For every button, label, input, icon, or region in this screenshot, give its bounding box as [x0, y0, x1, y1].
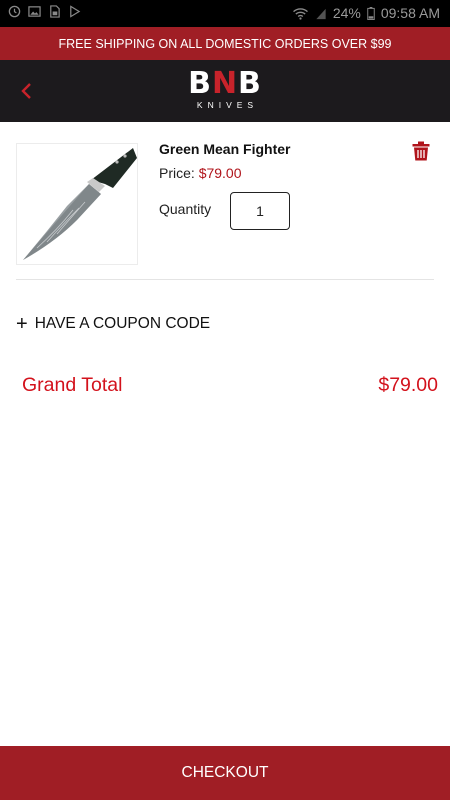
delete-item-button[interactable]: [412, 141, 430, 161]
grand-total-label: Grand Total: [22, 374, 123, 396]
promo-text: FREE SHIPPING ON ALL DOMESTIC ORDERS OVE…: [58, 36, 392, 51]
wifi-icon: [292, 7, 308, 20]
logo-letter-b2: B: [238, 66, 262, 101]
knife-product-image: [23, 148, 137, 260]
price-label: Price:: [159, 165, 195, 181]
logo-subtitle: KNIVES: [196, 100, 259, 110]
logo-letter-n: N: [211, 66, 239, 101]
item-price: Price: $79.00: [159, 165, 242, 181]
price-value: $79.00: [198, 165, 242, 181]
promo-banner: FREE SHIPPING ON ALL DOMESTIC ORDERS OVE…: [0, 27, 450, 60]
product-image[interactable]: [16, 143, 138, 265]
quantity-input[interactable]: 1: [230, 192, 290, 230]
battery-percent: 24%: [332, 5, 361, 21]
cart-item: Green Mean Fighter Price: $79.00 Quantit…: [16, 141, 434, 280]
image-icon: [28, 6, 41, 17]
trash-icon: [412, 141, 430, 161]
play-store-icon: [70, 5, 81, 18]
clock-time: 09:58 AM: [380, 5, 440, 21]
clock-icon: [8, 5, 21, 18]
plus-icon: +: [16, 313, 28, 335]
coupon-label: HAVE A COUPON CODE: [34, 315, 211, 332]
logo-letter-b1: B: [188, 66, 212, 101]
grand-total-value: $79.00: [378, 374, 438, 396]
logo-wordmark: BNB: [0, 68, 450, 100]
item-name[interactable]: Green Mean Fighter: [159, 141, 290, 157]
status-system: 24% 09:58 AM: [292, 5, 440, 21]
checkout-label: CHECKOUT: [181, 764, 269, 781]
coupon-toggle[interactable]: + HAVE A COUPON CODE: [16, 313, 211, 335]
signal-icon: [316, 8, 326, 19]
status-notifications: [8, 5, 81, 18]
brand-logo: BNB KNIVES: [0, 68, 450, 111]
status-bar: 24% 09:58 AM: [0, 0, 450, 27]
battery-icon: [367, 6, 375, 20]
quantity-label: Quantity: [159, 201, 212, 217]
app-header: BNB KNIVES: [0, 60, 450, 122]
checkout-button[interactable]: CHECKOUT: [0, 746, 450, 800]
sim-icon: [50, 5, 60, 18]
